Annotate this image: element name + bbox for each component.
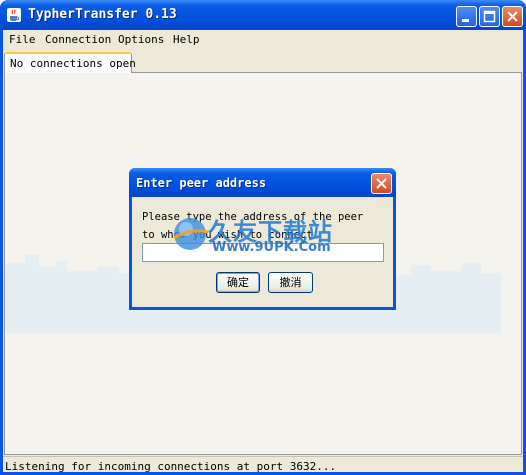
- prompt-line-2: to whom you wish to connect: [142, 229, 313, 241]
- close-icon: [507, 11, 518, 22]
- menu-options[interactable]: Options: [118, 33, 164, 46]
- maximize-button[interactable]: [479, 6, 500, 27]
- dialog-prompt: Please type the address of the peer to w…: [142, 208, 382, 244]
- java-cup-icon: [7, 8, 21, 22]
- peer-address-input[interactable]: [142, 243, 384, 262]
- dialog-title-bar[interactable]: Enter peer address: [129, 168, 396, 197]
- dialog-close-button[interactable]: [371, 173, 392, 194]
- status-text: Listening for incoming connections at po…: [5, 460, 337, 473]
- menu-connection[interactable]: Connection: [45, 33, 111, 46]
- prompt-line-1: Please type the address of the peer: [142, 211, 364, 223]
- minimize-button[interactable]: [456, 6, 477, 27]
- minimize-icon: [462, 19, 469, 22]
- peer-address-dialog: Enter peer address Please type the addre…: [129, 168, 396, 310]
- status-bar: Listening for incoming connections at po…: [3, 456, 523, 473]
- cancel-button[interactable]: 撤消: [268, 272, 313, 293]
- menu-file[interactable]: File: [9, 33, 36, 46]
- window-title: TypherTransfer 0.13: [28, 7, 177, 22]
- tab-no-connections[interactable]: No connections open: [4, 52, 136, 73]
- dialog-title: Enter peer address: [136, 176, 267, 190]
- close-button[interactable]: [502, 6, 523, 27]
- dialog-body: Please type the address of the peer to w…: [132, 197, 393, 307]
- menu-bar: File Connection Options Help: [3, 30, 523, 50]
- ok-button[interactable]: 确定: [216, 272, 260, 293]
- maximize-icon: [483, 10, 496, 23]
- title-bar[interactable]: TypherTransfer 0.13: [0, 0, 526, 30]
- menu-help[interactable]: Help: [173, 33, 200, 46]
- close-icon: [376, 178, 387, 189]
- tab-label: No connections open: [10, 57, 136, 70]
